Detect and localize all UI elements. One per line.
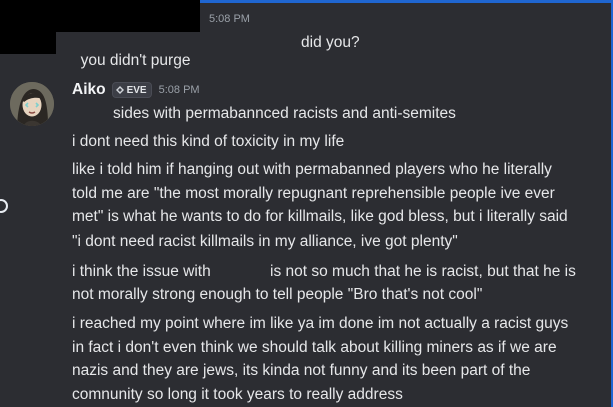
redaction-block — [0, 0, 200, 32]
message-line: sides with permabannced racists and anti… — [113, 105, 456, 122]
message-timestamp: 5:08 PM — [158, 84, 200, 96]
eve-diamond-icon — [115, 86, 124, 94]
message-line: i reached my point where im like ya im d… — [72, 315, 569, 332]
message-line-part2: is not so much that he is racist, but th… — [270, 263, 576, 280]
message-line: nazis and they are jews, its kinda not f… — [72, 362, 531, 379]
message-line: in fact i don't even think we should tal… — [72, 339, 557, 356]
message-header: Aiko EVE 5:08 PM — [72, 80, 200, 100]
message-line: i dont need this kind of toxicity in my … — [72, 133, 345, 150]
previous-message-part2: did you? — [301, 34, 360, 51]
message-line: comnunity so long it took years to reall… — [72, 386, 403, 403]
message-line: "i dont need racist killmails in my alli… — [72, 233, 458, 250]
previous-message-timestamp: 5:08 PM — [209, 13, 250, 25]
avatar[interactable] — [10, 82, 54, 126]
message-line: like i told him if hanging out with perm… — [72, 161, 552, 178]
redaction-block — [0, 32, 56, 54]
server-tag[interactable]: EVE — [111, 82, 152, 98]
message-line: met" is what he wants to do for killmail… — [72, 208, 568, 225]
server-tag-label: EVE — [126, 84, 147, 96]
previous-message-part1: you didn't purge — [80, 52, 191, 69]
message-line: told me are "the most morally repugnant … — [72, 185, 555, 202]
message-line-part1: i think the issue with — [72, 263, 211, 280]
author-name[interactable]: Aiko — [72, 81, 106, 99]
avatar-image — [10, 82, 54, 126]
message-line: i think the issue with is not so much th… — [72, 260, 576, 283]
message-line: not morally strong enough to tell people… — [72, 286, 483, 303]
selection-handle[interactable] — [0, 199, 8, 213]
